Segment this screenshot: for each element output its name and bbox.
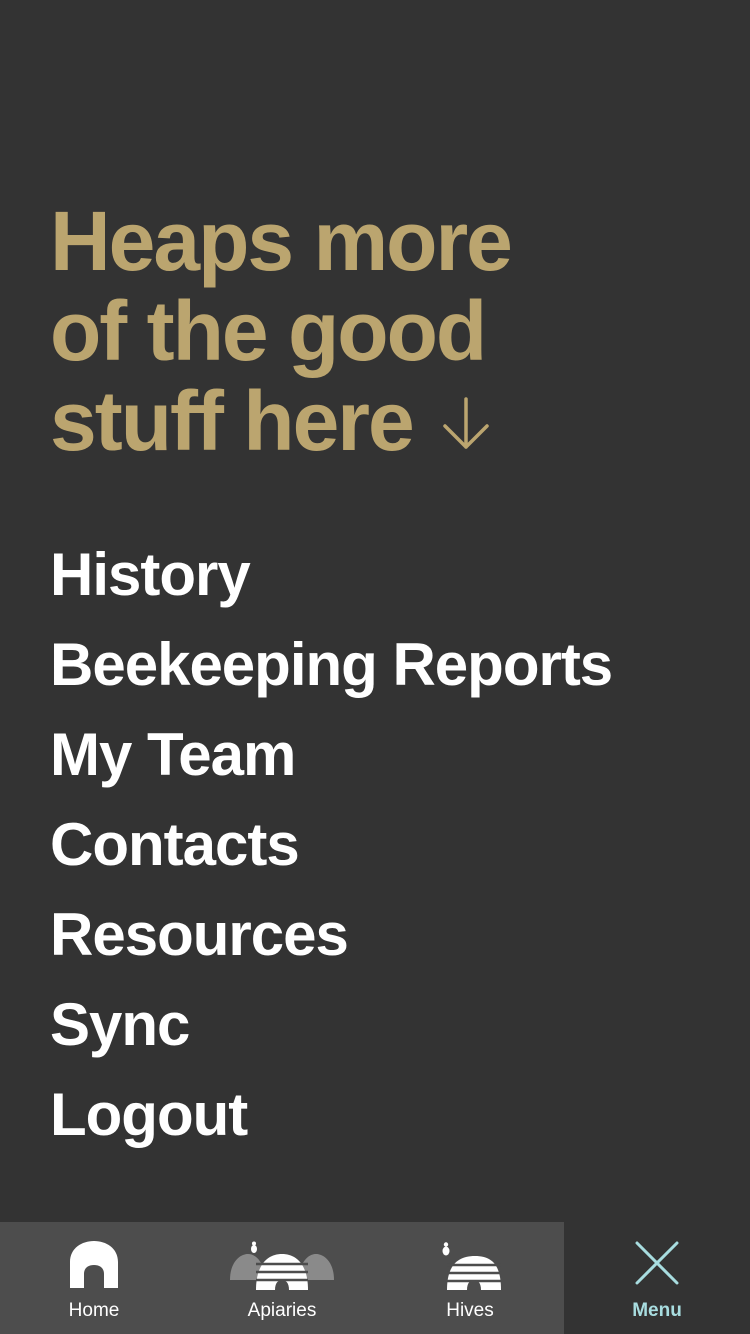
headline-line-1: Heaps more bbox=[50, 194, 513, 288]
close-icon bbox=[634, 1240, 680, 1291]
tab-hives[interactable]: Hives bbox=[376, 1222, 564, 1334]
apiaries-icon bbox=[228, 1240, 336, 1297]
menu-item-history[interactable]: History bbox=[50, 530, 730, 620]
headline-line-3: stuff here bbox=[50, 374, 415, 468]
tab-home-label: Home bbox=[68, 1300, 120, 1321]
tab-menu[interactable]: Menu bbox=[564, 1222, 750, 1334]
headline-line-2: of the good bbox=[50, 284, 487, 378]
hive-icon bbox=[437, 1240, 503, 1297]
tab-apiaries-label: Apiaries bbox=[247, 1300, 317, 1321]
menu-screen: Heaps more of the good stuff here Histor… bbox=[0, 0, 750, 1334]
menu-item-beekeeping-reports[interactable]: Beekeeping Reports bbox=[50, 620, 730, 710]
home-icon bbox=[68, 1240, 120, 1295]
headline-line-3-wrap: stuff here bbox=[50, 376, 690, 473]
menu-item-sync[interactable]: Sync bbox=[50, 980, 730, 1070]
menu-item-logout[interactable]: Logout bbox=[50, 1070, 730, 1160]
menu-headline: Heaps more of the good stuff here bbox=[50, 196, 690, 473]
menu-item-resources[interactable]: Resources bbox=[50, 890, 730, 980]
arrow-down-icon bbox=[441, 377, 491, 467]
bottom-tab-bar: Home Apiaries Hives Menu bbox=[0, 1222, 750, 1334]
menu-item-contacts[interactable]: Contacts bbox=[50, 800, 730, 890]
menu-item-my-team[interactable]: My Team bbox=[50, 710, 730, 800]
menu-list: History Beekeeping Reports My Team Conta… bbox=[50, 530, 730, 1160]
tab-hives-label: Hives bbox=[446, 1300, 494, 1321]
tab-apiaries[interactable]: Apiaries bbox=[188, 1222, 376, 1334]
tab-home[interactable]: Home bbox=[0, 1222, 188, 1334]
tab-menu-label: Menu bbox=[632, 1300, 682, 1321]
